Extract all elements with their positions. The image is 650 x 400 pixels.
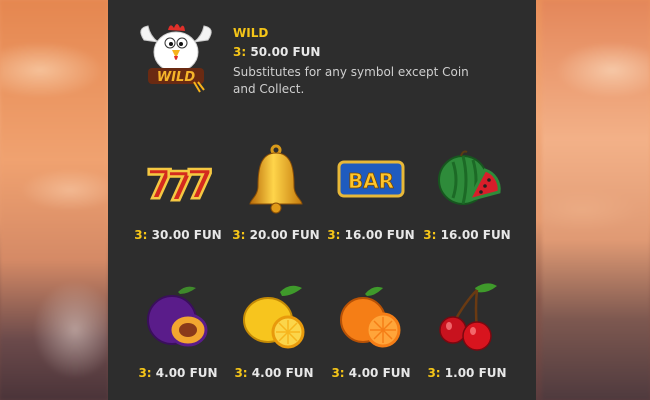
- paytable-panel: WILD WILD 3: 50.00 FUN Substitutes for a…: [108, 0, 536, 400]
- symbol-grid: 7 7 7 3: 30.00 FUN 3: 20.00 FUN BAR 3: 1…: [108, 0, 536, 400]
- cherry-icon: [439, 283, 497, 351]
- symbol-cell-orange: 3: 4.00 FUN: [323, 280, 419, 390]
- symbol-cell-lemon: 3: 4.00 FUN: [226, 280, 322, 390]
- pay-count: 3:: [331, 366, 345, 380]
- symbol-cell-watermelon: 3: 16.00 FUN: [419, 142, 515, 252]
- symbol-payout: 3: 1.00 FUN: [419, 366, 515, 380]
- pay-count: 3:: [232, 228, 246, 242]
- pay-value: 16.00 FUN: [344, 228, 415, 242]
- triple-seven-icon: 7 7 7: [145, 161, 215, 212]
- symbol-payout: 3: 4.00 FUN: [130, 366, 226, 380]
- bar-icon: BAR: [337, 160, 405, 198]
- pay-count: 3:: [234, 366, 248, 380]
- pay-count: 3:: [138, 366, 152, 380]
- pay-value: 1.00 FUN: [444, 366, 507, 380]
- pay-value: 4.00 FUN: [348, 366, 411, 380]
- plum-icon: [147, 286, 208, 347]
- pay-value: 30.00 FUN: [151, 228, 222, 242]
- pay-value: 4.00 FUN: [251, 366, 314, 380]
- symbol-cell-plum: 3: 4.00 FUN: [130, 280, 226, 390]
- lemon-icon: [243, 285, 305, 349]
- symbol-payout: 3: 4.00 FUN: [323, 366, 419, 380]
- background-left: [0, 0, 108, 400]
- symbol-cell-cherry: 3: 1.00 FUN: [419, 280, 515, 390]
- pay-count: 3:: [327, 228, 341, 242]
- pay-count: 3:: [134, 228, 148, 242]
- svg-text:7: 7: [186, 162, 214, 208]
- pay-value: 4.00 FUN: [155, 366, 218, 380]
- bar-label: BAR: [348, 169, 394, 193]
- symbol-cell-seven: 7 7 7 3: 30.00 FUN: [130, 142, 226, 252]
- symbol-cell-bar: BAR 3: 16.00 FUN: [323, 142, 419, 252]
- symbol-cell-bell: 3: 20.00 FUN: [228, 142, 324, 252]
- orange-icon: [340, 286, 401, 348]
- pay-value: 16.00 FUN: [440, 228, 511, 242]
- symbol-payout: 3: 30.00 FUN: [130, 228, 226, 242]
- symbol-payout: 3: 4.00 FUN: [226, 366, 322, 380]
- pay-value: 20.00 FUN: [249, 228, 320, 242]
- symbol-payout: 3: 16.00 FUN: [419, 228, 515, 242]
- symbol-payout: 3: 16.00 FUN: [323, 228, 419, 242]
- pay-count: 3:: [427, 366, 441, 380]
- symbol-payout: 3: 20.00 FUN: [228, 228, 324, 242]
- watermelon-icon: [438, 150, 501, 205]
- background-right: [542, 0, 650, 400]
- bell-icon: [249, 144, 303, 214]
- pay-count: 3:: [423, 228, 437, 242]
